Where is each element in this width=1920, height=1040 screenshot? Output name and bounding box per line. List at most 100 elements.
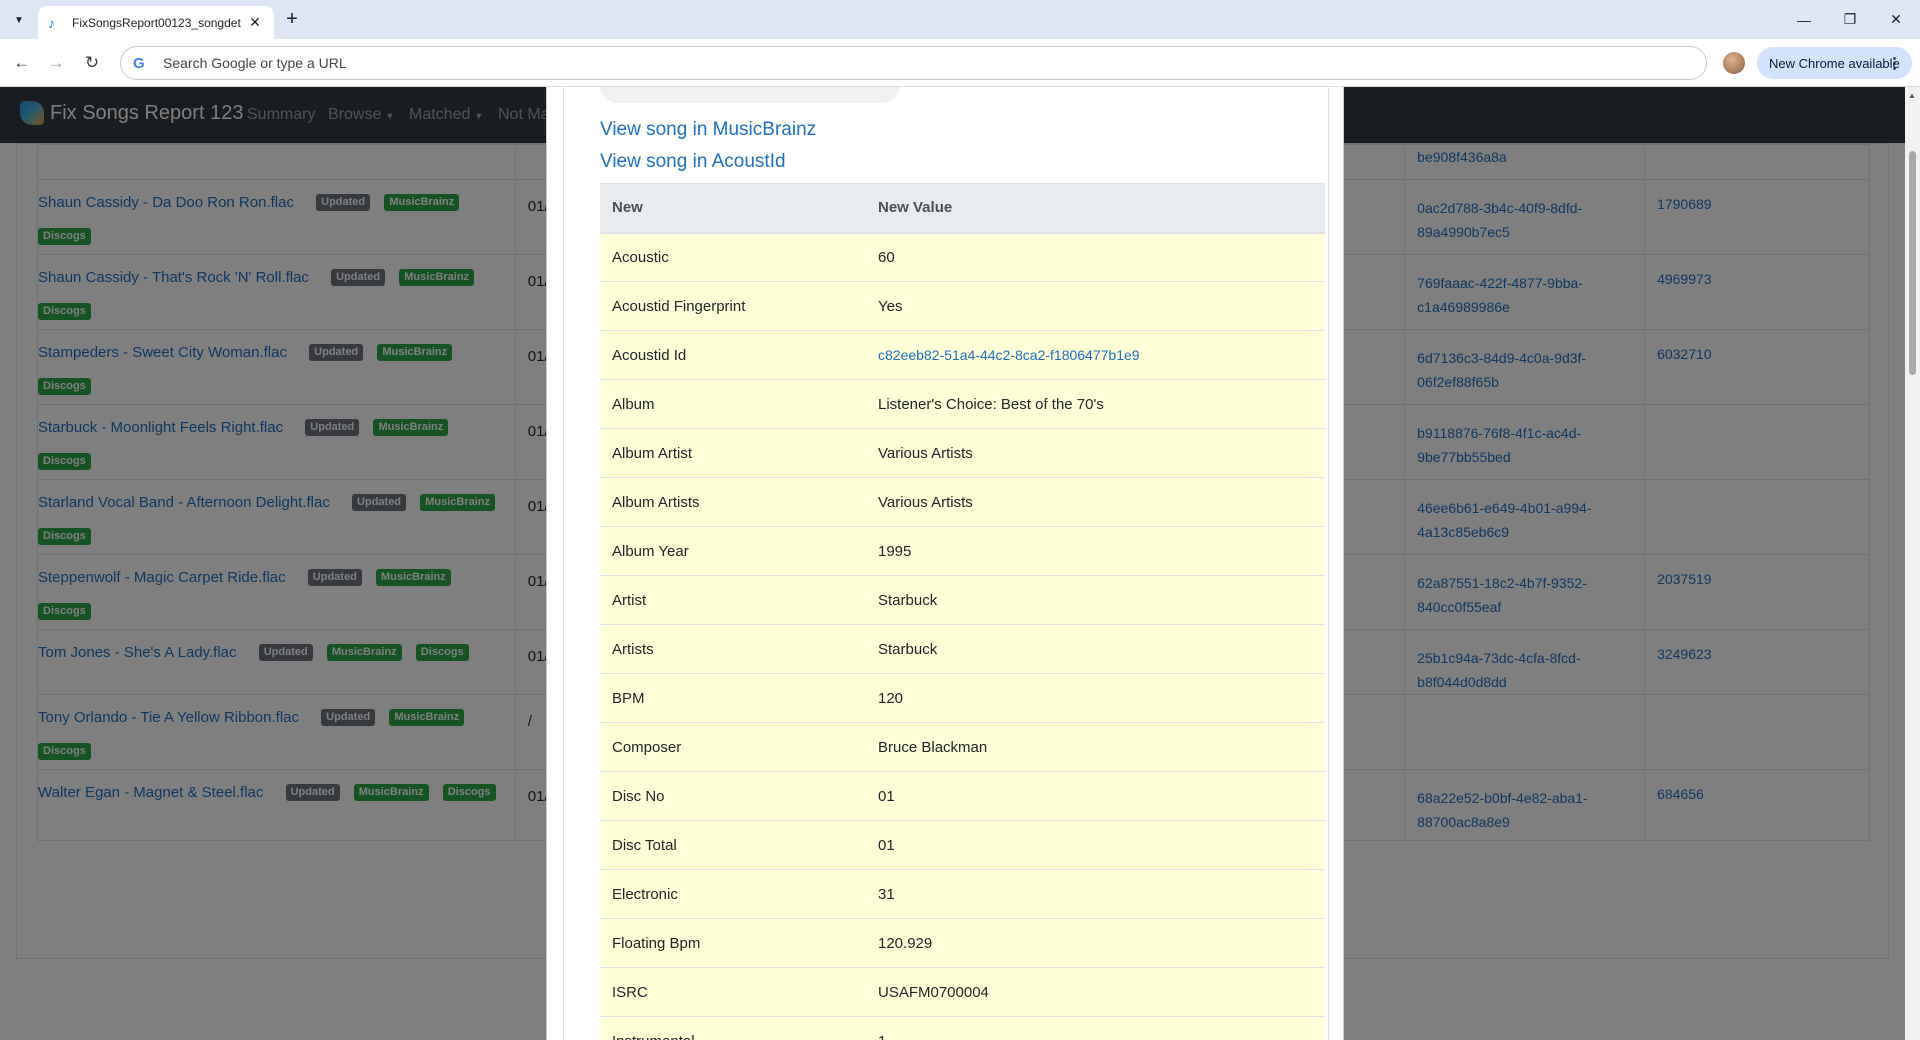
tab-search-chevron-icon[interactable]: ▼ xyxy=(8,10,30,30)
page-viewport: Fix Songs Report 123 Summary Browse▼ Mat… xyxy=(0,87,1905,1040)
field-value-cell: 120 xyxy=(866,673,1325,723)
detail-row: Album Artists Various Artists xyxy=(600,477,1325,527)
new-chrome-available-button[interactable]: New Chrome available ⋮ xyxy=(1757,47,1912,79)
field-value: Starbuck xyxy=(878,591,938,609)
field-value: 60 xyxy=(878,248,895,266)
field-name: Floating Bpm xyxy=(600,918,866,968)
field-name: Album Artists xyxy=(600,477,866,527)
detail-row: Acoustid Fingerprint Yes xyxy=(600,281,1325,331)
field-name: Album Year xyxy=(600,526,866,576)
field-name: Artist xyxy=(600,575,866,625)
view-in-acoustid-link[interactable]: View song in AcoustId xyxy=(600,151,786,173)
field-value: 1995 xyxy=(878,542,912,560)
field-value-cell: 60 xyxy=(866,232,1325,282)
detail-row: Acoustid Id c82eeb82-51a4-44c2-8ca2-f1806… xyxy=(600,330,1325,380)
table-header-row: New New Value xyxy=(600,183,1325,234)
field-name: Album Artist xyxy=(600,428,866,478)
field-name: BPM xyxy=(600,673,866,723)
field-value-cell: 01 xyxy=(866,820,1325,870)
detail-row: Acoustic 60 xyxy=(600,232,1325,282)
detail-row: Instrumental 1 xyxy=(600,1016,1325,1040)
song-detail-modal: View song in MusicBrainz View song in Ac… xyxy=(546,87,1344,1040)
field-name: Composer xyxy=(600,722,866,772)
detail-row: Electronic 31 xyxy=(600,869,1325,919)
column-header-new-value: New Value xyxy=(866,183,1325,234)
detail-row: Album Year 1995 xyxy=(600,526,1325,576)
detail-row: Album Listener's Choice: Best of the 70's xyxy=(600,379,1325,429)
field-value-cell: 1995 xyxy=(866,526,1325,576)
tab-title: FixSongsReport00123_songdet xyxy=(72,15,241,30)
reload-icon[interactable]: ↻ xyxy=(80,51,104,75)
update-label: New Chrome available xyxy=(1769,55,1900,71)
field-value-cell: c82eeb82-51a4-44c2-8ca2-f1806477b1e9 xyxy=(866,330,1325,380)
detail-row: Artists Starbuck xyxy=(600,624,1325,674)
music-note-icon: ♪ xyxy=(48,14,55,31)
field-value-cell: Starbuck xyxy=(866,575,1325,625)
view-in-musicbrainz-link[interactable]: View song in MusicBrainz xyxy=(600,119,816,141)
field-value: 120 xyxy=(878,689,904,707)
detail-row: Floating Bpm 120.929 xyxy=(600,918,1325,968)
field-value-cell: Yes xyxy=(866,281,1325,331)
field-name: Disc Total xyxy=(600,820,866,870)
google-g-icon: G xyxy=(133,54,145,72)
field-name: Instrumental xyxy=(600,1016,866,1040)
field-value-cell: Various Artists xyxy=(866,477,1325,527)
browser-toolbar: ← → ↻ G New Chrome available ⋮ xyxy=(0,39,1920,87)
address-bar[interactable]: G xyxy=(120,46,1707,80)
field-name: Disc No xyxy=(600,771,866,821)
modal-body: View song in MusicBrainz View song in Ac… xyxy=(563,87,1329,1040)
more-menu-icon[interactable]: ⋮ xyxy=(1887,54,1902,72)
field-value-cell: 01 xyxy=(866,771,1325,821)
field-value-cell: Listener's Choice: Best of the 70's xyxy=(866,379,1325,429)
field-name: Electronic xyxy=(600,869,866,919)
column-header-new: New xyxy=(600,183,866,234)
browser-tab[interactable]: ♪ FixSongsReport00123_songdet ✕ xyxy=(38,6,274,39)
field-value: Starbuck xyxy=(878,640,938,658)
field-value-cell: 1 xyxy=(866,1016,1325,1040)
detail-row: ISRC USAFM0700004 xyxy=(600,967,1325,1017)
back-arrow-icon[interactable]: ← xyxy=(10,51,34,75)
field-value: 1 xyxy=(878,1033,886,1040)
field-value-cell: 31 xyxy=(866,869,1325,919)
forward-arrow-icon[interactable]: → xyxy=(44,51,68,75)
scroll-up-icon[interactable]: ▲ xyxy=(1908,91,1916,100)
field-value: Various Artists xyxy=(878,493,973,511)
detail-row: Album Artist Various Artists xyxy=(600,428,1325,478)
field-name: Acoustid Fingerprint xyxy=(600,281,866,331)
field-value-cell: Various Artists xyxy=(866,428,1325,478)
close-window-icon[interactable]: ✕ xyxy=(1873,0,1919,39)
new-values-table: New New Value Acoustic 60 Acoustid Fingerp… xyxy=(600,183,1325,1040)
minimize-icon[interactable]: — xyxy=(1781,0,1827,39)
field-value: Yes xyxy=(878,297,903,315)
field-name: Acoustid Id xyxy=(600,330,866,380)
detail-row: Disc No 01 xyxy=(600,771,1325,821)
field-value: Bruce Blackman xyxy=(878,738,988,756)
new-tab-plus-icon[interactable]: + xyxy=(280,8,304,32)
field-name: Album xyxy=(600,379,866,429)
detail-row: BPM 120 xyxy=(600,673,1325,723)
scrollbar-thumb[interactable] xyxy=(1909,151,1916,375)
field-name: ISRC xyxy=(600,967,866,1017)
field-name: Artists xyxy=(600,624,866,674)
field-value: USAFM0700004 xyxy=(878,983,989,1001)
field-value: 120.929 xyxy=(878,934,933,952)
detail-row: Artist Starbuck xyxy=(600,575,1325,625)
browser-tab-bar: ▼ ♪ FixSongsReport00123_songdet ✕ + — ❐ … xyxy=(0,0,1920,39)
field-value: Various Artists xyxy=(878,444,973,462)
close-tab-icon[interactable]: ✕ xyxy=(246,14,264,31)
vertical-scrollbar[interactable]: ▲ xyxy=(1905,87,1920,1040)
field-value-cell: Bruce Blackman xyxy=(866,722,1325,772)
acoustid-id-link[interactable]: c82eeb82-51a4-44c2-8ca2-f1806477b1e9 xyxy=(878,347,1140,363)
field-value-cell: USAFM0700004 xyxy=(866,967,1325,1017)
detail-row: Composer Bruce Blackman xyxy=(600,722,1325,772)
field-value: 01 xyxy=(878,836,895,854)
field-value-cell: Starbuck xyxy=(866,624,1325,674)
detail-row: Disc Total 01 xyxy=(600,820,1325,870)
field-value: 01 xyxy=(878,787,895,805)
restore-icon[interactable]: ❐ xyxy=(1827,0,1873,39)
address-input[interactable] xyxy=(163,55,1563,71)
field-value: 31 xyxy=(878,885,895,903)
modal-pill-shape xyxy=(600,87,900,103)
profile-avatar[interactable] xyxy=(1723,52,1745,74)
field-value-cell: 120.929 xyxy=(866,918,1325,968)
